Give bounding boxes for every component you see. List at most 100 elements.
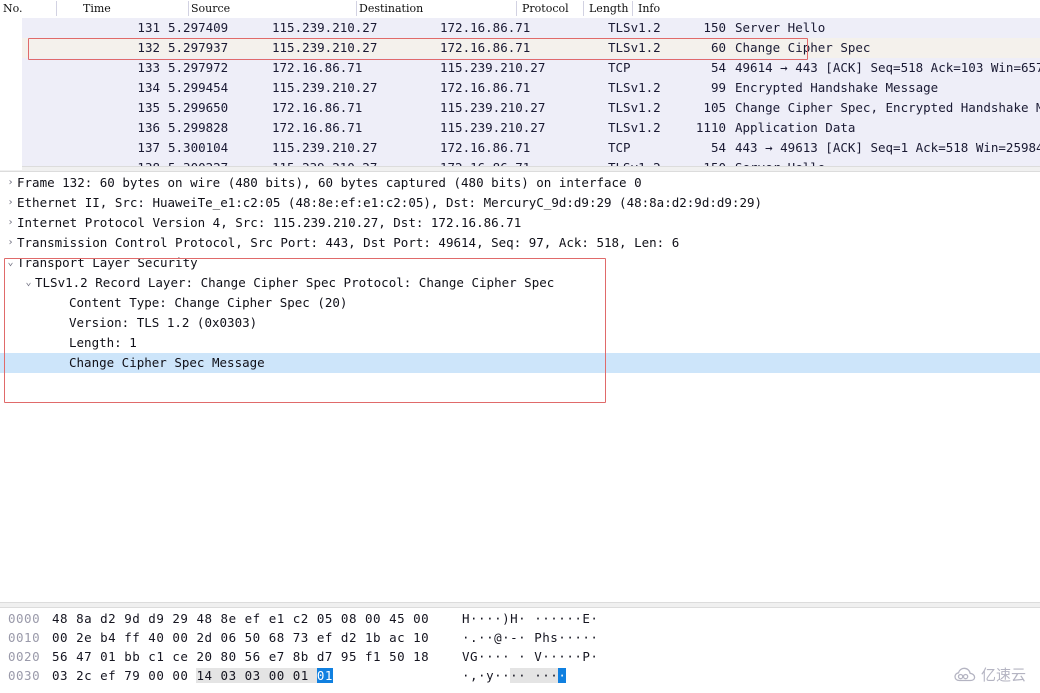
packet-cell-len: 60: [672, 38, 726, 58]
pane-splitter-upper[interactable]: [0, 166, 1040, 172]
packet-cell-dst: 172.16.86.71: [440, 138, 530, 158]
watermark: 亿速云: [954, 664, 1026, 685]
packet-details-pane[interactable]: ›Frame 132: 60 bytes on wire (480 bits),…: [0, 173, 1040, 602]
packet-row[interactable]: 1365.299828172.16.86.71115.239.210.27TLS…: [0, 118, 1040, 138]
packet-row[interactable]: 1345.299454115.239.210.27172.16.86.71TLS…: [0, 78, 1040, 98]
packet-cell-len: 150: [672, 18, 726, 38]
detail-tree-label: Transport Layer Security: [17, 253, 198, 273]
column-header-no[interactable]: No.: [0, 2, 23, 18]
detail-tree-row[interactable]: Change Cipher Spec Message: [0, 353, 1040, 373]
detail-tree-label: Frame 132: 60 bytes on wire (480 bits), …: [17, 173, 642, 193]
packet-row[interactable]: 1335.297972172.16.86.71115.239.210.27TCP…: [0, 58, 1040, 78]
packet-bytes-pane[interactable]: 000048 8a d2 9d d9 29 48 8e ef e1 c2 05 …: [0, 609, 1040, 693]
packet-cell-dst: 115.239.210.27: [440, 58, 545, 78]
hex-dump-row[interactable]: 0030 03 2c ef 79 00 00 14 03 03 00 01 01 ·…: [0, 666, 1040, 685]
packet-cell-src: 172.16.86.71: [272, 118, 362, 138]
packet-row[interactable]: 137 5.300104 115.239.210.27 172.16.86.71 TCP…: [0, 138, 1040, 158]
hex-ascii-plain: ·,·y··: [462, 668, 510, 683]
hex-bytes-plain: 03 2c ef 79 00 00: [52, 668, 196, 683]
packet-cell-time: 5.297972: [168, 58, 228, 78]
packet-cell-dst: 172.16.86.71: [440, 38, 530, 58]
detail-tree-label: Change Cipher Spec Message: [69, 353, 265, 373]
column-divider[interactable]: [56, 1, 57, 16]
packet-cell-dst: 172.16.86.71: [440, 78, 530, 98]
packet-cell-len: 99: [672, 78, 726, 98]
packet-cell-proto: TLSv1.2: [608, 98, 661, 118]
packet-cell-proto: TLSv1.2: [608, 38, 661, 58]
column-header-destination[interactable]: Destination: [356, 2, 423, 18]
packet-cell-info: 443 → 49613 [ACK] Seq=1 Ack=518 Win=2598…: [735, 138, 1040, 158]
hex-ascii-selected: ·: [558, 668, 566, 683]
packet-cell-time: 5.299454: [168, 78, 228, 98]
detail-tree-row[interactable]: ›Ethernet II, Src: HuaweiTe_e1:c2:05 (48…: [0, 193, 1040, 213]
chevron-right-icon[interactable]: ›: [4, 213, 17, 233]
packet-cell-src: 115.239.210.27: [272, 138, 377, 158]
packet-cell-info: Change Cipher Spec, Encrypted Handshake …: [735, 98, 1040, 118]
packet-cell-info: Encrypted Handshake Message: [735, 78, 938, 98]
hex-ascii: H····)H· ······E·: [462, 609, 598, 628]
detail-tree-row[interactable]: ⌄Transport Layer Security: [0, 253, 1040, 273]
detail-tree-row[interactable]: Length: 1: [0, 333, 1040, 353]
detail-tree-label: Version: TLS 1.2 (0x0303): [69, 313, 257, 333]
pane-splitter-lower[interactable]: [0, 602, 1040, 608]
packet-row[interactable]: 1315.297409115.239.210.27172.16.86.71TLS…: [0, 18, 1040, 38]
hex-dump-row[interactable]: 001000 2e b4 ff 40 00 2d 06 50 68 73 ef …: [0, 628, 1040, 647]
hex-dump-row[interactable]: 000048 8a d2 9d d9 29 48 8e ef e1 c2 05 …: [0, 609, 1040, 628]
packet-cell-src: 115.239.210.27: [272, 18, 377, 38]
column-header-info[interactable]: Info: [635, 2, 660, 18]
packet-cell-no: 131: [100, 18, 160, 38]
chevron-down-icon[interactable]: ⌄: [22, 273, 35, 293]
packet-cell-len: 54: [672, 138, 726, 158]
chevron-down-icon[interactable]: ⌄: [4, 253, 17, 273]
packet-cell-src: 115.239.210.27: [272, 38, 377, 58]
packet-row[interactable]: 1355.299650172.16.86.71115.239.210.27TLS…: [0, 98, 1040, 118]
packet-cell-no: 137: [100, 138, 160, 158]
hex-offset: 0020: [8, 647, 40, 666]
packet-cell-time: 5.297937: [168, 38, 228, 58]
detail-tree-label: Length: 1: [69, 333, 137, 353]
column-divider[interactable]: [632, 1, 633, 16]
detail-tree-row[interactable]: ⌄TLSv1.2 Record Layer: Change Cipher Spe…: [0, 273, 1040, 293]
hex-bytes: 56 47 01 bb c1 ce 20 80 56 e7 8b d7 95 f…: [52, 647, 429, 666]
hex-dump-row[interactable]: 0020 56 47 01 bb c1 ce 20 80 56 e7 8b d7 …: [0, 647, 1040, 666]
column-header-length[interactable]: Length: [586, 2, 628, 18]
packet-cell-dst: 115.239.210.27: [440, 118, 545, 138]
hex-bytes-gray: 14 03 03 00 01: [196, 668, 316, 683]
packet-cell-no: 135: [100, 98, 160, 118]
packet-cell-proto: TCP: [608, 138, 631, 158]
cloud-icon: [954, 667, 976, 682]
packet-list-rows[interactable]: 1315.297409115.239.210.27172.16.86.71TLS…: [0, 18, 1040, 170]
packet-list-column-headers[interactable]: No. Time Source Destination Protocol Len…: [0, 0, 1040, 19]
column-header-protocol[interactable]: Protocol: [519, 2, 569, 18]
detail-tree-label: Internet Protocol Version 4, Src: 115.23…: [17, 213, 521, 233]
hex-bytes: 03 2c ef 79 00 00 14 03 03 00 01 01: [52, 666, 333, 685]
hex-bytes: 00 2e b4 ff 40 00 2d 06 50 68 73 ef d2 1…: [52, 628, 429, 647]
packet-cell-info: 49614 → 443 [ACK] Seq=518 Ack=103 Win=65…: [735, 58, 1040, 78]
packet-cell-time: 5.300104: [168, 138, 228, 158]
column-divider[interactable]: [583, 1, 584, 16]
detail-tree-row[interactable]: Content Type: Change Cipher Spec (20): [0, 293, 1040, 313]
column-header-time[interactable]: Time: [80, 2, 111, 18]
column-header-source[interactable]: Source: [188, 2, 230, 18]
column-divider[interactable]: [516, 1, 517, 16]
packet-cell-src: 115.239.210.27: [272, 78, 377, 98]
packet-list-left-gutter: [0, 18, 22, 170]
packet-cell-no: 133: [100, 58, 160, 78]
detail-tree-row[interactable]: ›Frame 132: 60 bytes on wire (480 bits),…: [0, 173, 1040, 193]
detail-tree-label: Ethernet II, Src: HuaweiTe_e1:c2:05 (48:…: [17, 193, 762, 213]
chevron-right-icon[interactable]: ›: [4, 233, 17, 253]
packet-cell-dst: 115.239.210.27: [440, 98, 545, 118]
packet-cell-time: 5.299828: [168, 118, 228, 138]
hex-offset: 0030: [8, 666, 40, 685]
detail-tree-row[interactable]: ›Internet Protocol Version 4, Src: 115.2…: [0, 213, 1040, 233]
detail-tree-row[interactable]: ›Transmission Control Protocol, Src Port…: [0, 233, 1040, 253]
packet-cell-no: 132: [100, 38, 160, 58]
packet-row[interactable]: 132 5.297937 115.239.210.27 172.16.86.71 TLS…: [0, 38, 1040, 58]
packet-cell-proto: TCP: [608, 58, 631, 78]
chevron-right-icon[interactable]: ›: [4, 173, 17, 193]
chevron-right-icon[interactable]: ›: [4, 193, 17, 213]
packet-list-pane[interactable]: No. Time Source Destination Protocol Len…: [0, 0, 1040, 170]
packet-cell-proto: TLSv1.2: [608, 118, 661, 138]
detail-tree-row[interactable]: Version: TLS 1.2 (0x0303): [0, 313, 1040, 333]
packet-cell-info: Change Cipher Spec: [735, 38, 870, 58]
